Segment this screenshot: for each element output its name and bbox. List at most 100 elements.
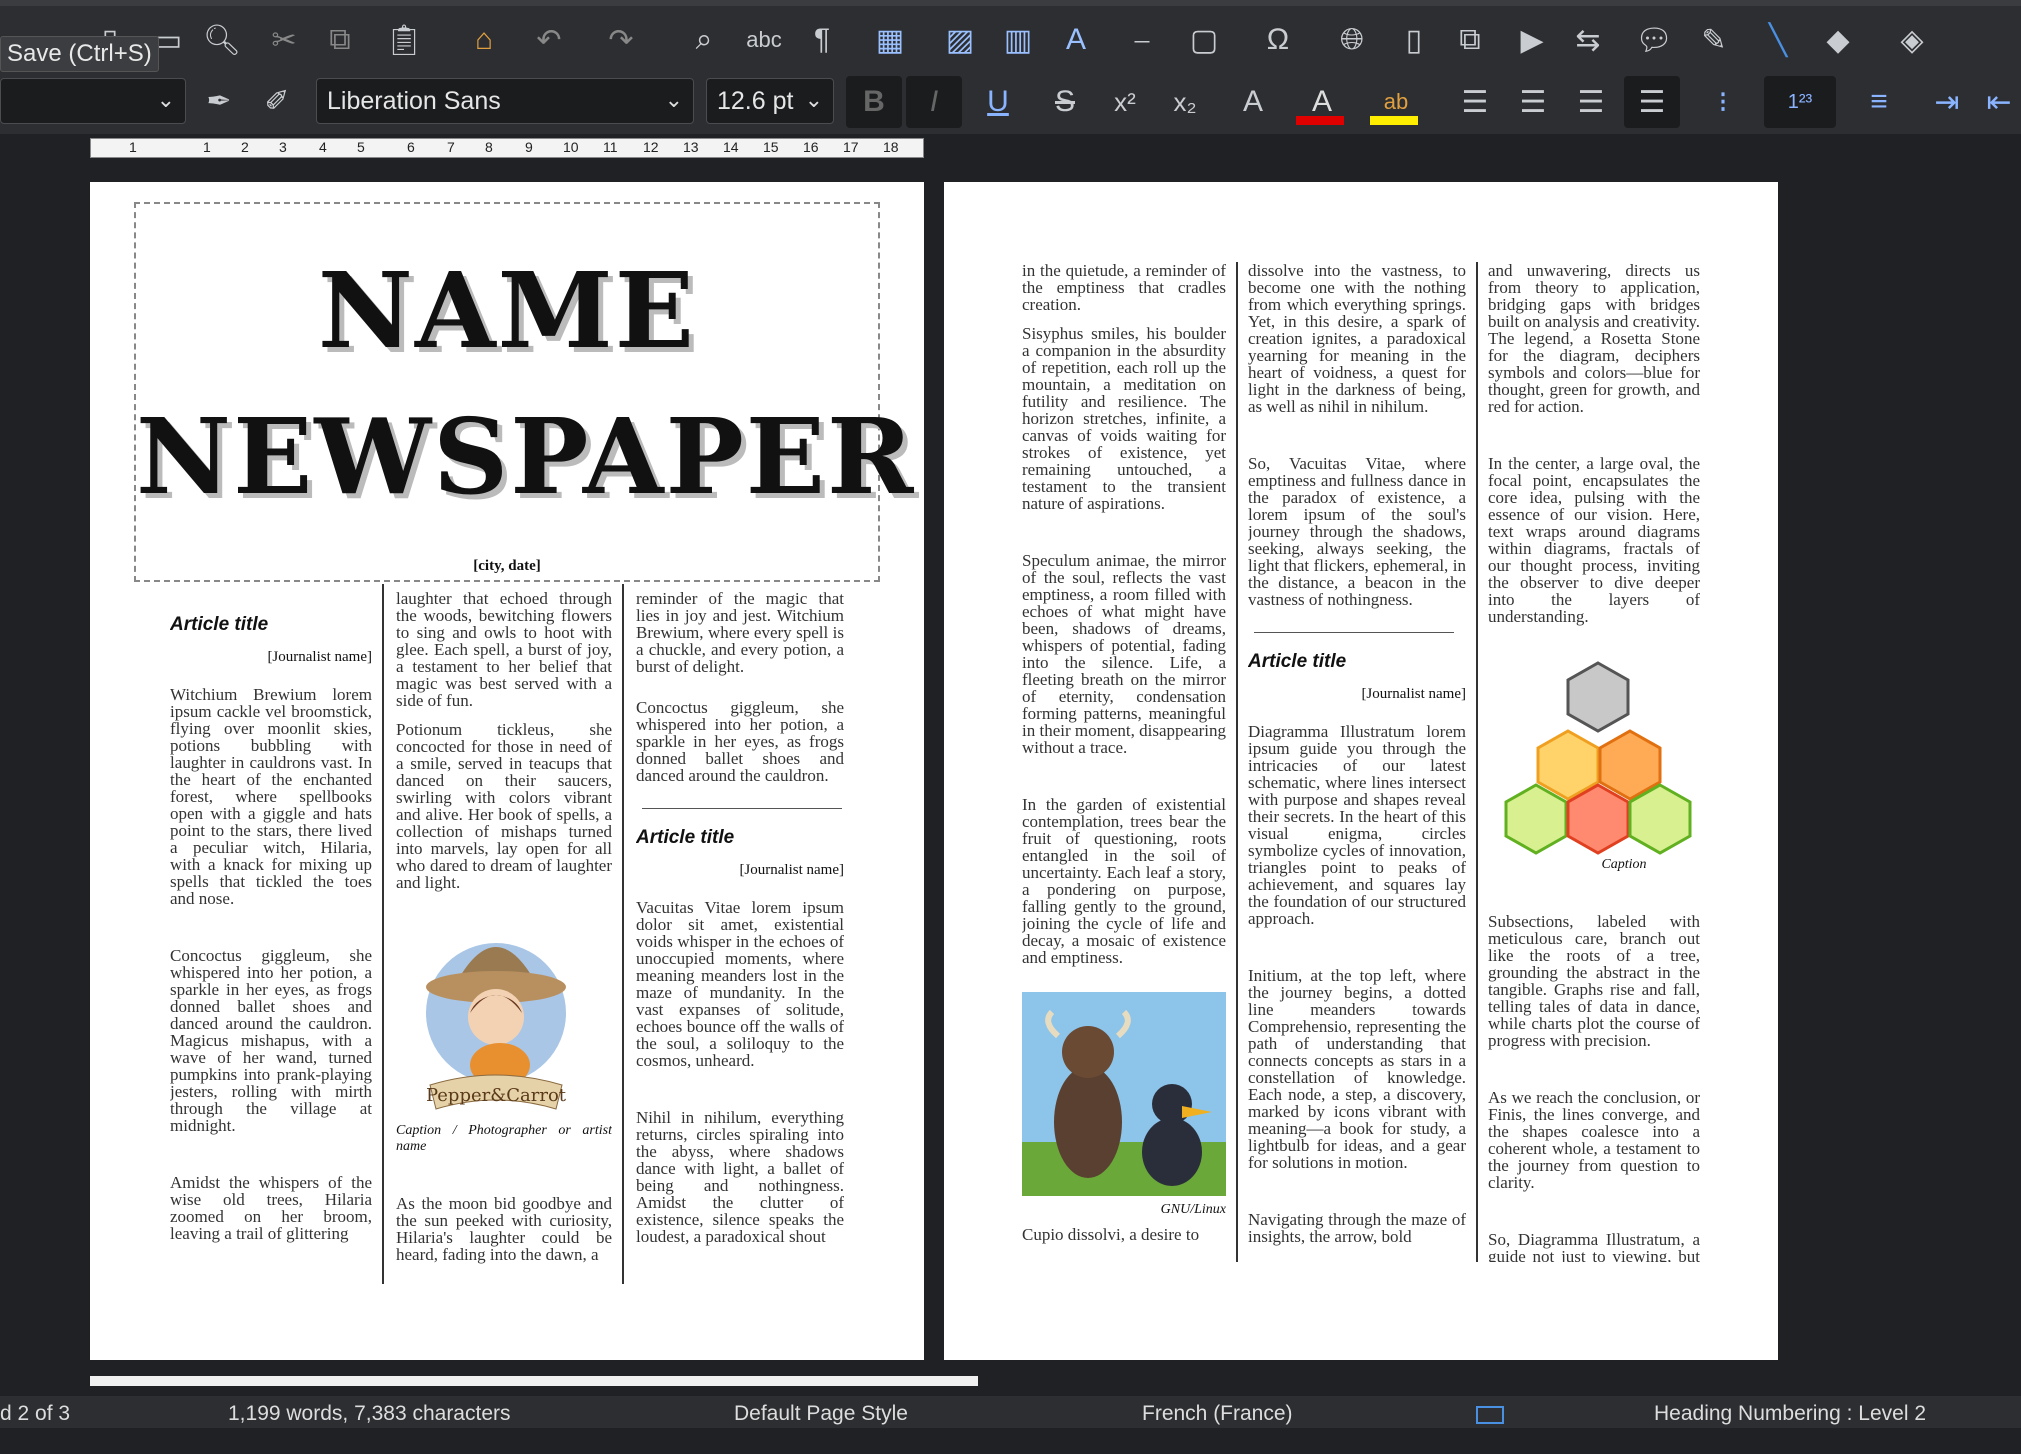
page1-column-3: reminder of the magic that lies in joy a…: [636, 590, 844, 1450]
page-count[interactable]: d 2 of 3: [0, 1402, 70, 1426]
page-1: NAME NEWSPAPER [city, date] Article titl…: [90, 182, 924, 1360]
image-caption: Caption: [1601, 857, 1647, 872]
track-changes-icon[interactable]: ✎: [1692, 14, 1736, 66]
image-caption: GNU/Linux: [1160, 1202, 1226, 1217]
bullet-list-icon[interactable]: ⁝: [1690, 76, 1756, 128]
masthead-frame: NAME NEWSPAPER [city, date]: [134, 202, 916, 582]
paragraph: Vacuitas Vitae lorem ipsum dolor sit ame…: [636, 898, 844, 1070]
language[interactable]: French (France): [1142, 1402, 1293, 1426]
word-count[interactable]: 1,199 words, 7,383 characters: [228, 1402, 511, 1426]
ruler-mark: 2: [241, 139, 249, 155]
spelling-icon[interactable]: abc: [742, 14, 786, 66]
underline-button[interactable]: U: [970, 76, 1026, 128]
paragraph-style-box[interactable]: ⌄: [0, 78, 186, 124]
cross-reference-icon[interactable]: ⇆: [1566, 14, 1610, 66]
horizontal-ruler[interactable]: 1 1 2 3 4 5 6 7 8 9 10 11 12 13 14 15 16 17 18: [90, 138, 924, 158]
column-divider: [382, 584, 384, 1284]
gnu-linux-illustration: [1022, 992, 1226, 1196]
align-right-icon[interactable]: ☰: [1566, 76, 1616, 128]
chevron-down-icon: ⌄: [804, 87, 823, 112]
ruler-mark: 3: [279, 139, 287, 155]
paragraph: Potionum tickleus, she concocted for tho…: [396, 720, 612, 892]
justify-icon[interactable]: ☰: [1624, 76, 1680, 128]
ruler-mark: 17: [843, 139, 859, 155]
page1-column-2: laughter that echoed through the woods, …: [396, 590, 612, 1450]
paragraph: In the center, a large oval, the focal p…: [1488, 454, 1700, 626]
formatting-marks-icon[interactable]: ¶: [800, 14, 844, 66]
paragraph: laughter that echoed through the woods, …: [396, 590, 612, 710]
subscript-button[interactable]: x₂: [1160, 76, 1210, 128]
ruler-mark: 14: [723, 139, 739, 155]
insert-chart-icon[interactable]: ▥: [996, 14, 1040, 66]
superscript-button[interactable]: x²: [1100, 76, 1150, 128]
svg-text:Pepper&Carrot: Pepper&Carrot: [426, 1085, 567, 1106]
font-size-box[interactable]: 12.6 pt ⌄: [706, 78, 834, 124]
save-tooltip: Save (Ctrl+S): [0, 36, 159, 72]
page2-column-1: in the quietude, a reminder of the empti…: [1022, 262, 1226, 1262]
horizontal-scrollbar[interactable]: [90, 1376, 978, 1386]
italic-button[interactable]: I: [906, 76, 962, 128]
undo-icon[interactable]: ↶: [524, 14, 574, 66]
paragraph: In the garden of existential contemplati…: [1022, 795, 1226, 967]
ruler-mark: 7: [447, 139, 455, 155]
paragraph: and unwavering, directs us from theory t…: [1488, 262, 1700, 416]
footnote-icon[interactable]: ▯: [1392, 14, 1436, 66]
decrease-indent-icon[interactable]: ⇤: [1978, 76, 2020, 128]
font-name-box[interactable]: Liberation Sans ⌄: [316, 78, 694, 124]
endnote-icon[interactable]: ⧉: [1448, 14, 1492, 66]
insert-field-icon[interactable]: ▢: [1176, 14, 1232, 66]
font-color-swatch: [1296, 116, 1344, 125]
insert-table-icon[interactable]: ▦: [862, 14, 918, 66]
page-style[interactable]: Default Page Style: [734, 1402, 908, 1426]
clone-formatting-icon[interactable]: ⌂: [462, 14, 506, 66]
clear-formatting-icon[interactable]: A: [1228, 76, 1278, 128]
column-divider: [1236, 262, 1238, 1262]
separator-line: [1254, 632, 1454, 633]
paragraph: As the moon bid goodbye and the sun peek…: [396, 1194, 612, 1264]
strikethrough-button[interactable]: S: [1040, 76, 1090, 128]
redo-icon[interactable]: ↷: [596, 14, 646, 66]
outline-list-icon[interactable]: ≡: [1846, 76, 1912, 128]
status-bar: d 2 of 3 1,199 words, 7,383 characters D…: [0, 1396, 2021, 1428]
hyperlink-icon[interactable]: 🌐︎: [1330, 14, 1374, 66]
masthead-line-1: NAME: [317, 249, 697, 372]
ruler-mark: 9: [525, 139, 533, 155]
ruler-mark: 16: [803, 139, 819, 155]
new-style-icon[interactable]: ✐: [252, 76, 302, 126]
insert-image-icon[interactable]: ▨: [938, 14, 982, 66]
masthead-line-2: NEWSPAPER: [136, 395, 916, 518]
article-title: Article title: [636, 827, 735, 848]
insert-line-icon[interactable]: ╲: [1756, 14, 1800, 66]
page1-column-1: Article title [Journalist name] Witchium…: [170, 594, 372, 1454]
print-preview-icon[interactable]: 🔍︎: [200, 14, 244, 66]
heading-numbering[interactable]: Heading Numbering : Level 2: [1654, 1402, 1926, 1426]
numbered-list-icon[interactable]: 1²³: [1764, 76, 1836, 128]
separator-line: [642, 808, 842, 809]
paragraph: Cupio dissolvi, a desire to: [1022, 1225, 1200, 1244]
ruler-mark: 13: [683, 139, 699, 155]
chevron-down-icon: ⌄: [156, 87, 175, 112]
paste-icon[interactable]: 📋︎: [376, 14, 432, 66]
update-style-icon[interactable]: ✒: [194, 76, 244, 126]
bold-button[interactable]: B: [846, 76, 902, 128]
find-replace-icon[interactable]: ⌕: [682, 14, 726, 66]
ruler-mark: 18: [883, 139, 899, 155]
page-break-icon[interactable]: ⎯: [1120, 14, 1164, 66]
comment-icon[interactable]: 💬︎: [1632, 14, 1676, 66]
view-layout-icon[interactable]: [1476, 1406, 1504, 1424]
ruler-mark: 11: [603, 139, 618, 155]
copy-icon[interactable]: ⧉: [318, 14, 362, 66]
align-center-icon[interactable]: ☰: [1508, 76, 1558, 128]
column-divider: [622, 584, 624, 1284]
paragraph: Initium, at the top left, where the jour…: [1248, 966, 1466, 1172]
special-character-icon[interactable]: Ω: [1250, 14, 1306, 66]
paragraph: So, Diagramma Illustratum, a guide not j…: [1488, 1230, 1700, 1262]
bookmark-icon[interactable]: ▶: [1510, 14, 1554, 66]
draw-functions-icon[interactable]: ◈: [1890, 14, 1934, 66]
basic-shapes-icon[interactable]: ◆: [1810, 14, 1866, 66]
image-caption: Caption / Photographer or artist name: [396, 1123, 612, 1154]
cut-icon[interactable]: ✂: [262, 14, 306, 66]
increase-indent-icon[interactable]: ⇥: [1922, 76, 1972, 128]
align-left-icon[interactable]: ☰: [1450, 76, 1500, 128]
insert-textbox-icon[interactable]: A: [1054, 14, 1098, 66]
